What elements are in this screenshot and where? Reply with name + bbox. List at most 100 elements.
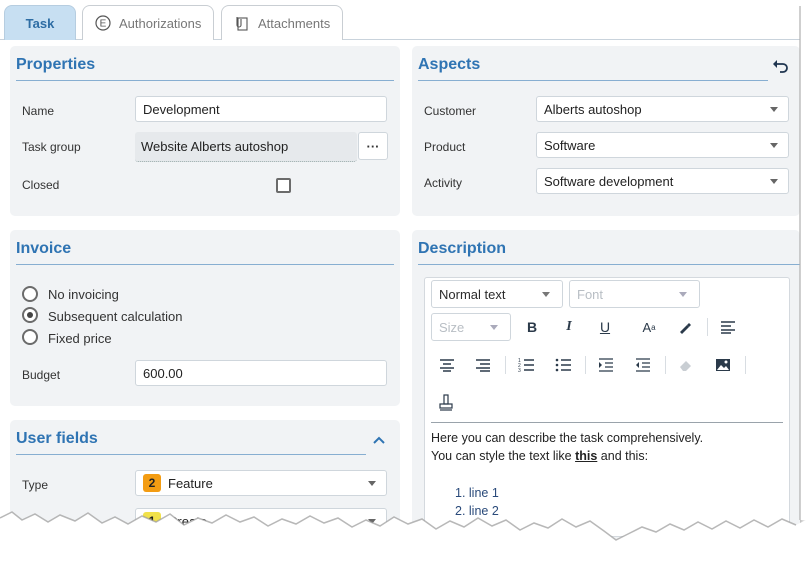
customer-select[interactable]: Alberts autoshop bbox=[536, 96, 789, 122]
undo-icon[interactable] bbox=[772, 58, 790, 74]
user-fields-title: User fields bbox=[16, 430, 98, 447]
customer-label: Customer bbox=[424, 104, 477, 118]
closed-checkbox[interactable] bbox=[276, 178, 291, 193]
indent-icon[interactable] bbox=[593, 352, 619, 378]
numbered-list-icon[interactable]: 123 bbox=[513, 352, 539, 378]
text-style-select[interactable]: Normal text bbox=[431, 280, 563, 308]
italic-icon[interactable]: I bbox=[556, 314, 582, 340]
user-fields-divider bbox=[16, 454, 366, 455]
no-invoicing-label: No invoicing bbox=[48, 287, 119, 302]
toolbar-separator bbox=[745, 356, 746, 374]
aspects-divider bbox=[418, 80, 768, 81]
fixed-price-radio[interactable] bbox=[22, 329, 38, 345]
toolbar-separator bbox=[707, 318, 708, 336]
toolbar-separator bbox=[585, 356, 586, 374]
chevron-down-icon bbox=[770, 179, 778, 184]
image-icon[interactable] bbox=[710, 352, 736, 378]
line-2-before: You can style the text like bbox=[431, 449, 576, 463]
aspects-panel: Aspects Customer Alberts autoshop Produc… bbox=[412, 46, 800, 216]
tab-attachments-label: Attachments bbox=[258, 15, 331, 31]
align-left-icon[interactable] bbox=[715, 314, 741, 340]
fixed-price-label: Fixed price bbox=[48, 331, 112, 346]
name-input[interactable]: Development bbox=[135, 96, 387, 122]
invoice-divider bbox=[16, 264, 394, 265]
chevron-down-icon bbox=[542, 292, 550, 297]
editor-toolbar-divider bbox=[431, 422, 783, 423]
svg-text:3: 3 bbox=[518, 368, 521, 372]
no-invoicing-radio[interactable] bbox=[22, 286, 38, 302]
description-divider bbox=[418, 264, 800, 265]
task-group-label: Task group bbox=[22, 140, 81, 154]
second-user-field-select[interactable]: 1 Create bbox=[135, 508, 387, 534]
font-placeholder: Font bbox=[577, 286, 604, 302]
chevron-down-icon bbox=[770, 107, 778, 112]
bold-icon[interactable]: B bbox=[519, 314, 545, 340]
type-badge: 2 bbox=[143, 474, 161, 492]
invoice-panel: Invoice No invoicing Subsequent calculat… bbox=[10, 230, 400, 406]
tab-attachments[interactable]: Attachments bbox=[221, 5, 343, 40]
activity-value: Software development bbox=[544, 173, 674, 189]
description-list-item-2: 2. line 2 bbox=[455, 504, 499, 518]
chevron-down-icon bbox=[368, 519, 376, 524]
second-value: Create bbox=[168, 513, 208, 529]
second-badge: 1 bbox=[143, 512, 161, 530]
closed-label: Closed bbox=[22, 178, 60, 192]
budget-label: Budget bbox=[22, 368, 61, 382]
size-placeholder: Size bbox=[439, 319, 465, 335]
line-2-bold: this bbox=[575, 449, 598, 463]
budget-input[interactable]: 600.00 bbox=[135, 360, 387, 386]
underline-icon[interactable]: U bbox=[592, 314, 618, 340]
name-label: Name bbox=[22, 104, 55, 118]
chevron-down-icon bbox=[679, 292, 687, 297]
tab-task-label: Task bbox=[25, 15, 55, 31]
product-select[interactable]: Software bbox=[536, 132, 789, 158]
chevron-down-icon bbox=[770, 143, 778, 148]
tab-task[interactable]: Task bbox=[4, 5, 76, 40]
eraser-icon[interactable] bbox=[673, 352, 699, 378]
task-window: Task E Authorizations Attachments Proper… bbox=[0, 0, 800, 574]
customer-value: Alberts autoshop bbox=[544, 101, 642, 117]
chevron-down-icon bbox=[490, 325, 498, 330]
product-label: Product bbox=[424, 140, 466, 154]
description-line-1: Here you can describe the task comprehen… bbox=[431, 431, 704, 445]
toolbar-separator bbox=[665, 356, 666, 374]
description-line-2: You can style the text like this and thi… bbox=[431, 449, 648, 463]
font-size-icon[interactable]: Aa bbox=[636, 314, 662, 340]
chevron-up-icon[interactable] bbox=[372, 434, 386, 446]
svg-text:E: E bbox=[100, 19, 107, 30]
size-select[interactable]: Size bbox=[431, 313, 511, 341]
text-style-value: Normal text bbox=[439, 286, 506, 302]
highlight-pen-icon[interactable] bbox=[672, 314, 698, 340]
bullet-list-icon[interactable] bbox=[550, 352, 576, 378]
product-value: Software bbox=[544, 137, 596, 153]
outdent-icon[interactable] bbox=[630, 352, 656, 378]
paperclip-document-icon bbox=[234, 15, 250, 31]
task-group-browse-button[interactable]: ··· bbox=[358, 132, 388, 160]
font-select[interactable]: Font bbox=[569, 280, 700, 308]
toolbar-separator bbox=[505, 356, 506, 374]
line-2-after: and this: bbox=[597, 449, 649, 463]
e-circle-icon: E bbox=[95, 15, 111, 31]
type-value: Feature bbox=[168, 475, 213, 491]
tab-authorizations[interactable]: E Authorizations bbox=[82, 5, 214, 40]
tab-bar: Task E Authorizations Attachments bbox=[0, 0, 800, 40]
properties-divider bbox=[16, 80, 394, 81]
type-label: Type bbox=[22, 478, 49, 492]
activity-select[interactable]: Software development bbox=[536, 168, 789, 194]
aspects-title: Aspects bbox=[418, 56, 481, 73]
type-select[interactable]: 2 Feature bbox=[135, 470, 387, 496]
description-title: Description bbox=[418, 240, 507, 257]
properties-title: Properties bbox=[16, 56, 96, 73]
subsequent-calculation-radio[interactable] bbox=[22, 307, 38, 323]
align-center-icon[interactable] bbox=[434, 352, 460, 378]
subsequent-calculation-label: Subsequent calculation bbox=[48, 309, 183, 324]
description-list-item-1: 1. line 1 bbox=[455, 486, 499, 500]
tab-authorizations-label: Authorizations bbox=[119, 15, 202, 31]
align-right-icon[interactable] bbox=[470, 352, 496, 378]
task-group-field: Website Alberts autoshop bbox=[135, 132, 357, 162]
properties-panel: Properties Name Development Task group W… bbox=[10, 46, 400, 216]
chevron-down-icon bbox=[368, 481, 376, 486]
user-fields-panel: User fields Type 2 Feature 1 Create bbox=[10, 420, 400, 574]
rich-text-editor[interactable]: Normal text Font Size B I U Aa 1 2 3 Her… bbox=[424, 277, 790, 537]
stamp-icon[interactable] bbox=[433, 390, 459, 416]
